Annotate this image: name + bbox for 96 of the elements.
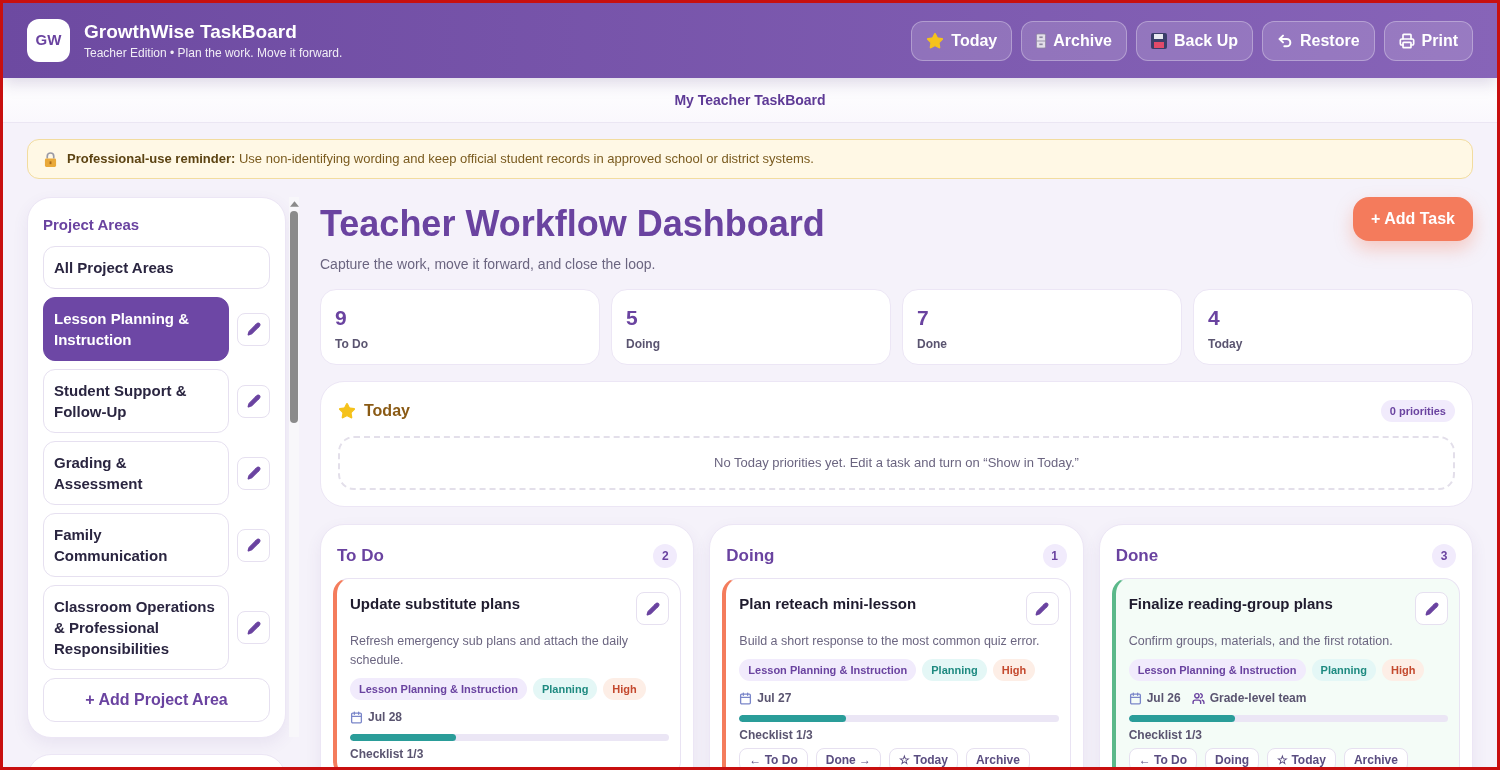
task-count: 3 (1432, 544, 1456, 568)
people-icon (1191, 691, 1205, 705)
column-title: To Do (337, 545, 384, 568)
pencil-icon (1035, 601, 1050, 616)
edit-button[interactable] (636, 592, 670, 625)
stat-value: 7 (917, 306, 930, 330)
add-project-area-button[interactable]: + Add Project Area (43, 678, 270, 722)
task-owner: Grade-level team (1209, 690, 1307, 707)
project-area-tag: Lesson Planning & Instruction (739, 659, 917, 681)
task-count: 2 (653, 544, 678, 568)
checklist-count: Checklist 1/3 (350, 746, 425, 762)
pencil-icon (246, 394, 261, 408)
reminder-text: Professional-use reminder: Use non-identifying wording and keep official student records in approved school or district systems. (67, 150, 814, 169)
project-area-item[interactable]: Student Support & Follow-Up (43, 369, 229, 433)
project-areas-title: Project Areas (43, 215, 141, 235)
project-area-tag: Lesson Planning & Instruction (350, 678, 527, 700)
column-title: Done (1115, 545, 1159, 568)
stat-value: 5 (626, 306, 639, 330)
checklist-count: Checklist 1/3 (1128, 727, 1204, 743)
project-area-item[interactable]: Grading & Assessment (43, 441, 229, 505)
column-title: Doing (726, 545, 775, 568)
task-action-button[interactable]: Archive (965, 748, 1030, 767)
task-title: Finalize reading-group plans (1128, 594, 1333, 614)
lock-icon (44, 151, 57, 167)
cabinet-icon (1036, 32, 1047, 49)
task-action-button[interactable]: ☆ Today (889, 748, 958, 767)
task-action-button[interactable]: Doing (1205, 748, 1260, 767)
task-description: Build a short response to the most common quiz error. (739, 633, 1041, 650)
back-up-button[interactable]: Back Up (1135, 20, 1253, 61)
project-area-item[interactable]: Lesson Planning & Instruction (43, 297, 229, 361)
task-description: Refresh emergency sub plans and attach the daily schedule. (350, 633, 629, 669)
project-area-tag: Lesson Planning & Instruction (1128, 659, 1306, 681)
star-icon (338, 402, 356, 420)
printer-icon (1398, 32, 1415, 49)
stat-label: To Do (335, 336, 370, 352)
edit-button[interactable] (237, 611, 270, 644)
pencil-icon (246, 620, 261, 635)
board-title: My Teacher TaskBoard (674, 90, 826, 110)
stat-label: Done (917, 336, 948, 352)
project-area-item[interactable]: All Project Areas (43, 246, 270, 289)
priority-tag: High (1382, 659, 1425, 681)
task-title: Update substitute plans (350, 594, 521, 614)
pencil-icon (246, 322, 261, 336)
return-arrow-icon (1276, 32, 1293, 49)
priority-count: 0 priorities (1380, 400, 1455, 422)
edit-button[interactable] (237, 528, 270, 562)
checklist-count: Checklist 1/3 (739, 727, 814, 743)
app-subtitle: Teacher Edition • Plan the work. Move it forward. (84, 45, 343, 61)
scrollbar[interactable] (289, 197, 299, 737)
priority-tag: High (992, 659, 1036, 681)
app-title: GrowthWise TaskBoard (84, 20, 298, 44)
edit-button[interactable] (237, 456, 270, 490)
restore-button[interactable]: Restore (1261, 20, 1375, 61)
task-title: Plan reteach mini-lesson (739, 594, 917, 614)
task-description: Confirm groups, materials, and the first rotation. (1128, 633, 1394, 650)
scrollbar-thumb[interactable] (290, 211, 298, 423)
edit-button[interactable] (1415, 592, 1448, 625)
app-logo: GW (27, 19, 70, 62)
task-action-button[interactable]: ← To Do (1128, 748, 1198, 767)
due-date: Jul 27 (757, 690, 792, 707)
pencil-icon (246, 538, 261, 552)
edit-button[interactable] (1025, 592, 1059, 625)
category-tag: Planning (1311, 659, 1376, 681)
due-date: Jul 28 (368, 709, 403, 726)
edit-button[interactable] (237, 312, 270, 346)
category-tag: Planning (922, 659, 987, 681)
task-action-button[interactable]: Archive (1343, 748, 1408, 767)
today-title: Today (364, 401, 410, 421)
scroll-up-icon[interactable] (289, 201, 299, 207)
archive-button[interactable]: Archive (1021, 20, 1127, 61)
stat-label: Doing (626, 336, 661, 352)
category-tag: Planning (532, 678, 598, 700)
calendar-icon (739, 691, 753, 705)
project-area-item[interactable]: Family Communication (43, 513, 229, 577)
empty-today-message: No Today priorities yet. Edit a task and turn on “Show in Today.” (338, 436, 1455, 490)
pencil-icon (645, 601, 660, 616)
stat-value: 9 (335, 306, 348, 330)
due-date: Jul 26 (1146, 690, 1181, 707)
task-action-button[interactable]: Done → (815, 748, 882, 767)
stat-label: Today (1208, 336, 1244, 352)
star-icon (926, 31, 945, 50)
dashboard-title: Teacher Workflow Dashboard (320, 203, 825, 245)
pencil-icon (246, 466, 261, 480)
edit-button[interactable] (237, 384, 270, 418)
dashboard-subtitle: Capture the work, move it forward, and close the loop. (320, 255, 657, 274)
calendar-icon (1128, 691, 1142, 705)
priority-tag: High (603, 678, 646, 700)
task-count: 1 (1042, 544, 1067, 568)
task-action-button[interactable]: ← To Do (739, 748, 808, 767)
today-button[interactable]: Today (911, 20, 1013, 61)
task-action-button[interactable]: ☆ Today (1267, 748, 1336, 767)
pencil-icon (1424, 601, 1439, 616)
calendar-icon (350, 710, 363, 724)
stat-value: 4 (1208, 306, 1221, 330)
print-button[interactable]: Print (1383, 20, 1473, 61)
project-area-item[interactable]: Classroom Operations & Professional Responsibilities (43, 585, 229, 670)
